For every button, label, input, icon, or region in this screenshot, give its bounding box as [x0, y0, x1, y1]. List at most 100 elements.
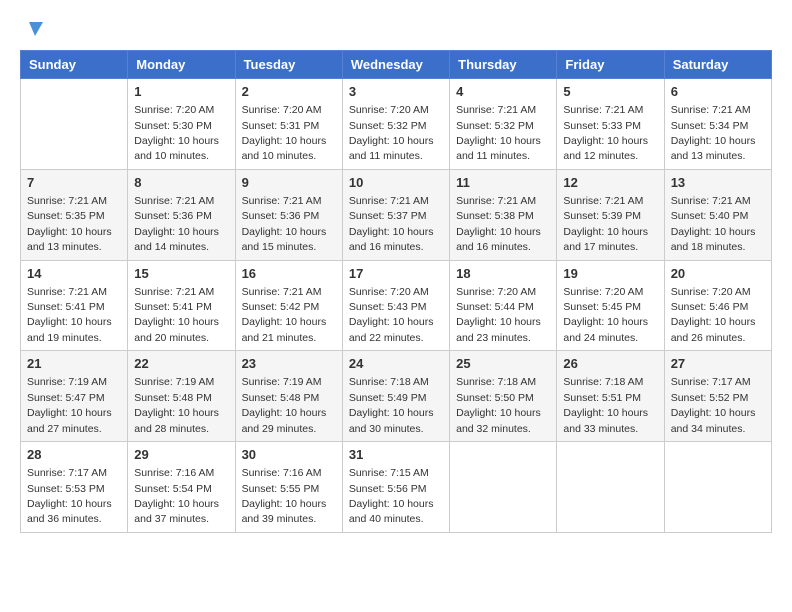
calendar-day-cell: 24 Sunrise: 7:18 AM Sunset: 5:49 PM Dayli… — [342, 351, 449, 442]
calendar-day-cell: 14 Sunrise: 7:21 AM Sunset: 5:41 PM Dayli… — [21, 260, 128, 351]
day-number: 4 — [456, 83, 550, 101]
day-number: 11 — [456, 174, 550, 192]
weekday-header-cell: Sunday — [21, 51, 128, 79]
day-number: 15 — [134, 265, 228, 283]
day-number: 28 — [27, 446, 121, 464]
day-info: Sunrise: 7:21 AM Sunset: 5:32 PM Dayligh… — [456, 104, 541, 162]
day-info: Sunrise: 7:21 AM Sunset: 5:38 PM Dayligh… — [456, 195, 541, 253]
day-info: Sunrise: 7:16 AM Sunset: 5:55 PM Dayligh… — [242, 467, 327, 525]
day-info: Sunrise: 7:21 AM Sunset: 5:40 PM Dayligh… — [671, 195, 756, 253]
day-number: 23 — [242, 355, 336, 373]
day-number: 22 — [134, 355, 228, 373]
calendar-day-cell: 31 Sunrise: 7:15 AM Sunset: 5:56 PM Dayli… — [342, 442, 449, 533]
calendar-table: SundayMondayTuesdayWednesdayThursdayFrid… — [20, 50, 772, 533]
calendar-week-row: 28 Sunrise: 7:17 AM Sunset: 5:53 PM Dayli… — [21, 442, 772, 533]
day-info: Sunrise: 7:20 AM Sunset: 5:31 PM Dayligh… — [242, 104, 327, 162]
day-number: 5 — [563, 83, 657, 101]
day-number: 13 — [671, 174, 765, 192]
day-info: Sunrise: 7:18 AM Sunset: 5:50 PM Dayligh… — [456, 376, 541, 434]
day-number: 3 — [349, 83, 443, 101]
day-number: 9 — [242, 174, 336, 192]
day-number: 25 — [456, 355, 550, 373]
calendar-day-cell: 28 Sunrise: 7:17 AM Sunset: 5:53 PM Dayli… — [21, 442, 128, 533]
calendar-day-cell: 8 Sunrise: 7:21 AM Sunset: 5:36 PM Daylig… — [128, 169, 235, 260]
calendar-day-cell: 19 Sunrise: 7:20 AM Sunset: 5:45 PM Dayli… — [557, 260, 664, 351]
calendar-week-row: 1 Sunrise: 7:20 AM Sunset: 5:30 PM Daylig… — [21, 79, 772, 170]
day-info: Sunrise: 7:21 AM Sunset: 5:39 PM Dayligh… — [563, 195, 648, 253]
day-info: Sunrise: 7:20 AM Sunset: 5:44 PM Dayligh… — [456, 286, 541, 344]
day-number: 30 — [242, 446, 336, 464]
day-number: 1 — [134, 83, 228, 101]
day-number: 19 — [563, 265, 657, 283]
logo — [20, 20, 43, 34]
calendar-day-cell: 22 Sunrise: 7:19 AM Sunset: 5:48 PM Dayli… — [128, 351, 235, 442]
day-info: Sunrise: 7:19 AM Sunset: 5:48 PM Dayligh… — [134, 376, 219, 434]
calendar-week-row: 7Sunrise: 7:21 AM Sunset: 5:35 PM Daylig… — [21, 169, 772, 260]
day-info: Sunrise: 7:18 AM Sunset: 5:51 PM Dayligh… — [563, 376, 648, 434]
day-info: Sunrise: 7:17 AM Sunset: 5:52 PM Dayligh… — [671, 376, 756, 434]
day-number: 21 — [27, 355, 121, 373]
calendar-day-cell: 3 Sunrise: 7:20 AM Sunset: 5:32 PM Daylig… — [342, 79, 449, 170]
weekday-header-cell: Friday — [557, 51, 664, 79]
day-info: Sunrise: 7:21 AM Sunset: 5:34 PM Dayligh… — [671, 104, 756, 162]
day-info: Sunrise: 7:21 AM Sunset: 5:35 PM Dayligh… — [27, 195, 112, 253]
day-number: 14 — [27, 265, 121, 283]
day-info: Sunrise: 7:15 AM Sunset: 5:56 PM Dayligh… — [349, 467, 434, 525]
day-info: Sunrise: 7:20 AM Sunset: 5:32 PM Dayligh… — [349, 104, 434, 162]
day-info: Sunrise: 7:21 AM Sunset: 5:37 PM Dayligh… — [349, 195, 434, 253]
day-number: 31 — [349, 446, 443, 464]
day-number: 29 — [134, 446, 228, 464]
day-info: Sunrise: 7:21 AM Sunset: 5:41 PM Dayligh… — [27, 286, 112, 344]
calendar-week-row: 21Sunrise: 7:19 AM Sunset: 5:47 PM Dayli… — [21, 351, 772, 442]
calendar-day-cell: 4 Sunrise: 7:21 AM Sunset: 5:32 PM Daylig… — [450, 79, 557, 170]
calendar-day-cell: 2 Sunrise: 7:20 AM Sunset: 5:31 PM Daylig… — [235, 79, 342, 170]
calendar-day-cell: 5 Sunrise: 7:21 AM Sunset: 5:33 PM Daylig… — [557, 79, 664, 170]
weekday-header-cell: Monday — [128, 51, 235, 79]
day-info: Sunrise: 7:16 AM Sunset: 5:54 PM Dayligh… — [134, 467, 219, 525]
day-number: 20 — [671, 265, 765, 283]
calendar-day-cell — [664, 442, 771, 533]
day-number: 16 — [242, 265, 336, 283]
day-info: Sunrise: 7:21 AM Sunset: 5:42 PM Dayligh… — [242, 286, 327, 344]
day-info: Sunrise: 7:17 AM Sunset: 5:53 PM Dayligh… — [27, 467, 112, 525]
day-number: 12 — [563, 174, 657, 192]
calendar-day-cell: 17Sunrise: 7:20 AM Sunset: 5:43 PM Dayli… — [342, 260, 449, 351]
calendar-day-cell: 18 Sunrise: 7:20 AM Sunset: 5:44 PM Dayli… — [450, 260, 557, 351]
day-info: Sunrise: 7:18 AM Sunset: 5:49 PM Dayligh… — [349, 376, 434, 434]
day-number: 18 — [456, 265, 550, 283]
calendar-day-cell: 29 Sunrise: 7:16 AM Sunset: 5:54 PM Dayli… — [128, 442, 235, 533]
calendar-day-cell: 25 Sunrise: 7:18 AM Sunset: 5:50 PM Dayli… — [450, 351, 557, 442]
logo-bird-icon — [21, 18, 43, 40]
calendar-day-cell — [557, 442, 664, 533]
calendar-week-row: 14 Sunrise: 7:21 AM Sunset: 5:41 PM Dayli… — [21, 260, 772, 351]
day-info: Sunrise: 7:20 AM Sunset: 5:45 PM Dayligh… — [563, 286, 648, 344]
weekday-header-cell: Wednesday — [342, 51, 449, 79]
calendar-day-cell: 30 Sunrise: 7:16 AM Sunset: 5:55 PM Dayli… — [235, 442, 342, 533]
day-number: 27 — [671, 355, 765, 373]
calendar-day-cell: 13 Sunrise: 7:21 AM Sunset: 5:40 PM Dayli… — [664, 169, 771, 260]
calendar-day-cell: 6 Sunrise: 7:21 AM Sunset: 5:34 PM Daylig… — [664, 79, 771, 170]
day-number: 17 — [349, 265, 443, 283]
calendar-day-cell: 15Sunrise: 7:21 AM Sunset: 5:41 PM Dayli… — [128, 260, 235, 351]
day-number: 10 — [349, 174, 443, 192]
calendar-day-cell — [21, 79, 128, 170]
day-info: Sunrise: 7:20 AM Sunset: 5:46 PM Dayligh… — [671, 286, 756, 344]
calendar-day-cell: 1 Sunrise: 7:20 AM Sunset: 5:30 PM Daylig… — [128, 79, 235, 170]
weekday-header-cell: Tuesday — [235, 51, 342, 79]
calendar-day-cell: 7Sunrise: 7:21 AM Sunset: 5:35 PM Daylig… — [21, 169, 128, 260]
calendar-day-cell: 16 Sunrise: 7:21 AM Sunset: 5:42 PM Dayli… — [235, 260, 342, 351]
day-number: 26 — [563, 355, 657, 373]
calendar-day-cell: 9Sunrise: 7:21 AM Sunset: 5:36 PM Daylig… — [235, 169, 342, 260]
day-info: Sunrise: 7:20 AM Sunset: 5:30 PM Dayligh… — [134, 104, 219, 162]
weekday-header-cell: Thursday — [450, 51, 557, 79]
day-number: 2 — [242, 83, 336, 101]
weekday-header-row: SundayMondayTuesdayWednesdayThursdayFrid… — [21, 51, 772, 79]
day-info: Sunrise: 7:21 AM Sunset: 5:33 PM Dayligh… — [563, 104, 648, 162]
calendar-day-cell — [450, 442, 557, 533]
day-number: 8 — [134, 174, 228, 192]
day-info: Sunrise: 7:21 AM Sunset: 5:36 PM Dayligh… — [134, 195, 219, 253]
day-number: 24 — [349, 355, 443, 373]
calendar-day-cell: 12 Sunrise: 7:21 AM Sunset: 5:39 PM Dayli… — [557, 169, 664, 260]
calendar-day-cell: 11 Sunrise: 7:21 AM Sunset: 5:38 PM Dayli… — [450, 169, 557, 260]
day-number: 6 — [671, 83, 765, 101]
